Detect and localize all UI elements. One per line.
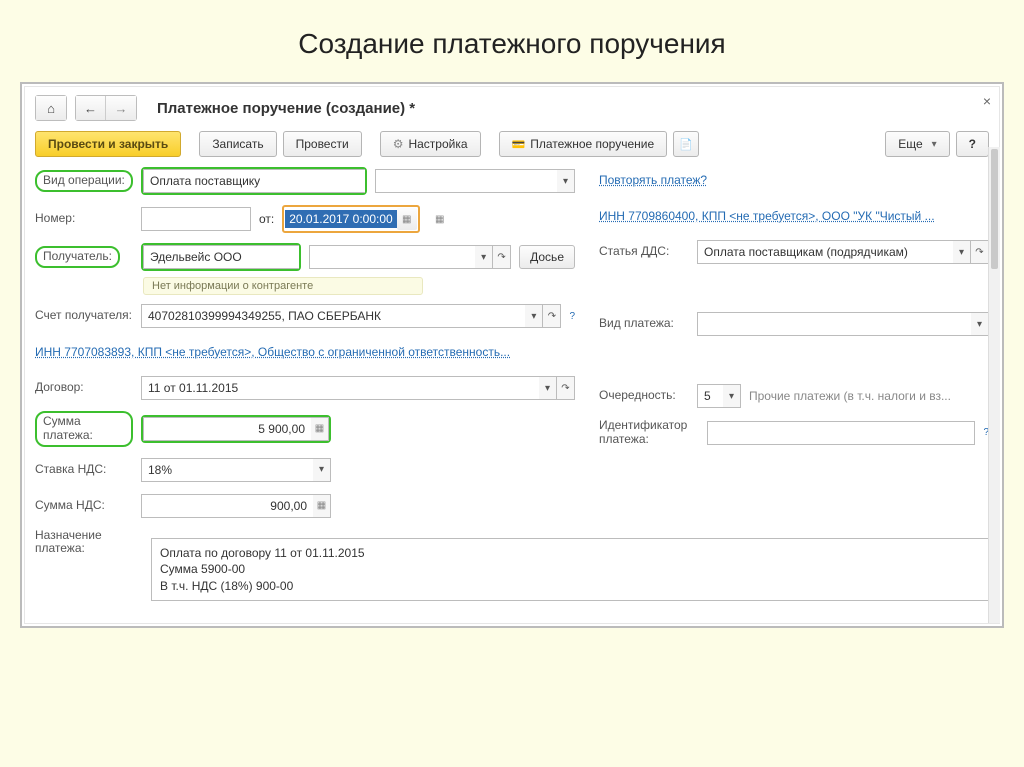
receiver-input[interactable]: Эдельвейс ООО: [143, 245, 299, 269]
calculator-icon[interactable]: [313, 494, 331, 518]
help-icon[interactable]: ?: [569, 311, 575, 322]
window-title: Платежное поручение (создание) *: [157, 100, 415, 117]
receiver-label: Получатель:: [35, 246, 120, 268]
repeat-payment-link[interactable]: Повторять платеж?: [599, 173, 707, 187]
open-account-icon[interactable]: [543, 304, 561, 328]
contract-label: Договор:: [35, 381, 133, 395]
chevron-down-icon[interactable]: [953, 240, 971, 264]
chevron-down-icon[interactable]: [475, 245, 493, 269]
settings-button[interactable]: Настройка: [380, 131, 481, 157]
settings-label: Настройка: [408, 137, 467, 151]
purpose-line: Сумма 5900-00: [160, 561, 980, 577]
print-icon: [512, 137, 526, 151]
gear-icon: [393, 137, 404, 151]
amount-input[interactable]: 5 900,00: [143, 417, 311, 441]
contract-input[interactable]: 11 от 01.11.2015: [141, 376, 539, 400]
date-from-label: от:: [259, 212, 274, 226]
open-receiver-icon[interactable]: [493, 245, 511, 269]
vat-rate-label: Ставка НДС:: [35, 463, 133, 477]
pay-type-input[interactable]: [697, 312, 971, 336]
calendar-icon[interactable]: [397, 208, 417, 230]
pay-type-label: Вид платежа:: [599, 317, 689, 331]
rcpt-account-input[interactable]: 40702810399994349255, ПАО СБЕРБАНК: [141, 304, 525, 328]
help-button[interactable]: ?: [956, 131, 989, 157]
post-button[interactable]: Провести: [283, 131, 362, 157]
priority-input[interactable]: 5: [697, 384, 723, 408]
rcpt-account-label: Счет получателя:: [35, 309, 133, 323]
purpose-input[interactable]: Оплата по договору 11 от 01.11.2015 Сумм…: [151, 538, 989, 601]
receiver-extra[interactable]: [309, 245, 475, 269]
op-type-extra[interactable]: [375, 169, 557, 193]
chevron-down-icon[interactable]: [723, 384, 741, 408]
pay-id-label: Идентификатор платежа:: [599, 419, 699, 447]
purpose-line: В т.ч. НДС (18%) 900-00: [160, 578, 980, 594]
open-contract-icon[interactable]: [557, 376, 575, 400]
chevron-down-icon[interactable]: [539, 376, 557, 400]
form-window: × ⌂ ← → Платежное поручение (создание) *…: [20, 82, 1004, 628]
home-icon: ⌂: [36, 96, 66, 120]
dds-label: Статья ДДС:: [599, 245, 689, 259]
no-info-hint: Нет информации о контрагенте: [143, 277, 423, 295]
forward-button[interactable]: →: [106, 96, 136, 120]
dds-input[interactable]: Оплата поставщикам (подрядчикам): [697, 240, 953, 264]
scroll-bar[interactable]: [988, 147, 1000, 623]
op-type-label: Вид операции:: [35, 170, 133, 192]
vat-sum-label: Сумма НДС:: [35, 499, 133, 513]
purpose-label: Назначение платежа:: [35, 529, 133, 557]
doc-template-button[interactable]: [673, 131, 699, 157]
more-button[interactable]: Еще: [885, 131, 949, 157]
print-label: Платежное поручение: [530, 137, 654, 151]
print-button[interactable]: Платежное поручение: [499, 131, 668, 157]
pay-id-input[interactable]: [707, 421, 975, 445]
vat-sum-input[interactable]: 900,00: [141, 494, 313, 518]
op-type-input[interactable]: Оплата поставщику: [143, 169, 365, 193]
chevron-down-icon[interactable]: [557, 169, 575, 193]
purpose-line: Оплата по договору 11 от 01.11.2015: [160, 545, 980, 561]
close-icon[interactable]: ×: [983, 93, 991, 109]
date-input[interactable]: 20.01.2017 0:00:00: [285, 208, 396, 230]
date-value: 20.01.2017 0:00:00: [285, 210, 396, 228]
org-link[interactable]: ИНН 7707083893, КПП <не требуется>, Обще…: [35, 345, 510, 359]
inn-link[interactable]: ИНН 7709860400, КПП <не требуется>, ООО …: [599, 209, 935, 223]
vat-rate-input[interactable]: 18%: [141, 458, 313, 482]
dossier-button[interactable]: Досье: [519, 245, 575, 269]
calculator-icon[interactable]: [311, 417, 329, 441]
chevron-down-icon[interactable]: [525, 304, 543, 328]
chevron-down-icon[interactable]: [313, 458, 331, 482]
slide-title: Создание платежного поручения: [20, 28, 1004, 60]
priority-label: Очередность:: [599, 389, 689, 403]
post-and-close-button[interactable]: Провести и закрыть: [35, 131, 181, 157]
open-dds-icon[interactable]: [971, 240, 989, 264]
home-button[interactable]: ⌂: [35, 95, 67, 121]
amount-label: Сумма платежа:: [35, 411, 133, 447]
number-label: Номер:: [35, 212, 133, 226]
priority-note: Прочие платежи (в т.ч. налоги и вз...: [749, 389, 989, 403]
back-button[interactable]: ←: [76, 96, 106, 120]
number-input[interactable]: [141, 207, 251, 231]
doc-icon: [679, 137, 693, 151]
extra-date-icon[interactable]: [428, 207, 452, 231]
save-button[interactable]: Записать: [199, 131, 276, 157]
chevron-down-icon[interactable]: [971, 312, 989, 336]
